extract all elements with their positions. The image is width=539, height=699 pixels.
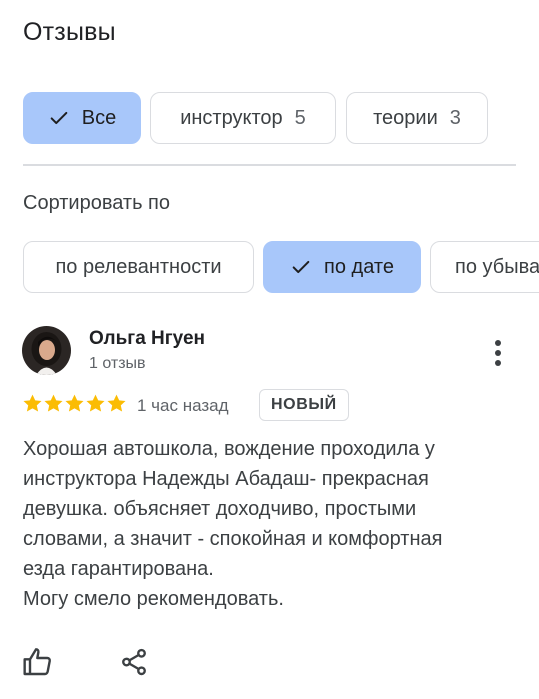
- filter-chip-all[interactable]: Все: [23, 92, 141, 144]
- star-icon: [23, 394, 42, 412]
- sort-chip-label: по убыва: [455, 255, 539, 278]
- review-time: 1 час назад: [137, 396, 229, 415]
- more-vert-icon: [495, 340, 501, 366]
- review-text: Хорошая автошкола, вождение проходила у …: [23, 434, 513, 614]
- filter-chip-label: инструктор: [180, 106, 283, 129]
- check-icon: [290, 256, 312, 278]
- page-title: Отзывы: [23, 18, 116, 46]
- review-text-line: езда гарантирована.: [23, 558, 214, 580]
- sort-chip-descending[interactable]: по убыва: [430, 241, 539, 293]
- filter-chip-label: теории: [373, 106, 438, 129]
- divider: [23, 164, 516, 166]
- star-icon: [65, 394, 84, 412]
- review-text-line: Хорошая автошкола, вождение проходила у: [23, 438, 435, 460]
- review-text-line: Могу смело рекомендовать.: [23, 588, 284, 610]
- review-text-line: девушка. объясняет доходчиво, простыми: [23, 498, 417, 520]
- more-options-button[interactable]: [484, 336, 512, 370]
- sort-chip-relevance[interactable]: по релевантности: [23, 241, 254, 293]
- filter-chip-count: 3: [449, 106, 461, 129]
- new-badge: НОВЫЙ: [259, 389, 349, 421]
- avatar[interactable]: [22, 326, 71, 375]
- sort-chip-date[interactable]: по дате: [263, 241, 421, 293]
- check-icon: [48, 107, 70, 129]
- sort-chip-label: по релевантности: [55, 255, 222, 278]
- thumb-up-icon: [23, 648, 51, 676]
- like-button[interactable]: [22, 646, 54, 678]
- filter-chip-instructor[interactable]: инструктор 5: [150, 92, 336, 144]
- filter-chip-theory[interactable]: теории 3: [346, 92, 488, 144]
- star-icon: [107, 394, 126, 412]
- author-name[interactable]: Ольга Нгуен: [89, 328, 205, 350]
- author-review-count: 1 отзыв: [89, 355, 146, 372]
- sort-label: Сортировать по: [23, 192, 171, 214]
- filter-chip-label: Все: [81, 106, 117, 129]
- share-icon: [122, 648, 146, 676]
- star-rating: [22, 393, 127, 414]
- review-text-line: инструктора Надежды Абадаш- прекрасная: [23, 468, 429, 490]
- share-button[interactable]: [119, 646, 149, 678]
- review-text-line: словами, а значит - спокойная и комфортн…: [23, 528, 443, 550]
- filter-chip-count: 5: [294, 106, 306, 129]
- star-icon: [44, 394, 63, 412]
- star-icon: [86, 394, 105, 412]
- sort-chip-label: по дате: [324, 255, 394, 278]
